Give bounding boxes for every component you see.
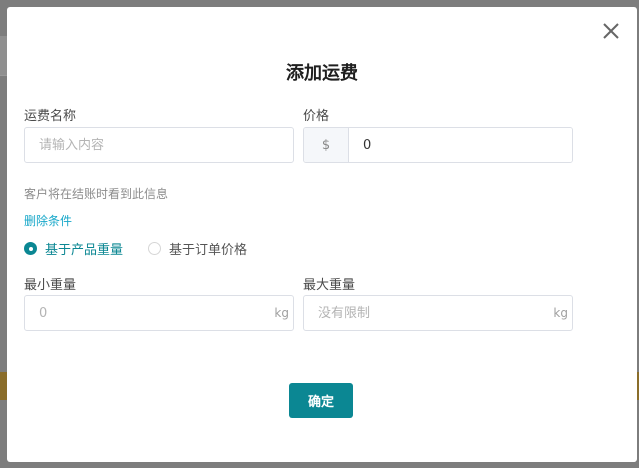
close-button[interactable] <box>601 21 621 41</box>
price-field: $ <box>303 127 573 163</box>
radio-checked-icon <box>24 242 37 255</box>
currency-prefix: $ <box>304 128 349 162</box>
radio-unchecked-icon <box>148 242 161 255</box>
fee-name-label: 运费名称 <box>24 109 77 124</box>
checkout-hint: 客户将在结账时看到此信息 <box>24 187 169 201</box>
shipping-fee-dialog: 添加运费 运费名称 价格 $ 客户将在结账时看到此信息 删除条件 基于产品重量 … <box>7 7 637 462</box>
min-weight-unit: kg <box>274 306 289 320</box>
max-weight-field: kg <box>303 295 573 331</box>
max-weight-input[interactable] <box>304 296 554 330</box>
min-weight-label: 最小重量 <box>24 278 77 293</box>
min-weight-field: kg <box>24 295 294 331</box>
radio-by-price-label: 基于订单价格 <box>169 243 248 258</box>
fee-name-input[interactable] <box>24 127 294 163</box>
delete-condition-link[interactable]: 删除条件 <box>24 212 72 229</box>
min-weight-input[interactable] <box>25 296 275 330</box>
dialog-title: 添加运费 <box>286 63 358 84</box>
radio-by-price[interactable]: 基于订单价格 <box>148 239 247 258</box>
close-icon <box>603 23 619 39</box>
price-label: 价格 <box>303 109 330 124</box>
radio-by-weight[interactable]: 基于产品重量 <box>24 239 123 258</box>
max-weight-label: 最大重量 <box>303 278 356 293</box>
price-input[interactable] <box>349 128 572 162</box>
radio-by-weight-label: 基于产品重量 <box>45 243 124 258</box>
confirm-button[interactable]: 确定 <box>289 383 353 418</box>
max-weight-unit: kg <box>553 306 568 320</box>
